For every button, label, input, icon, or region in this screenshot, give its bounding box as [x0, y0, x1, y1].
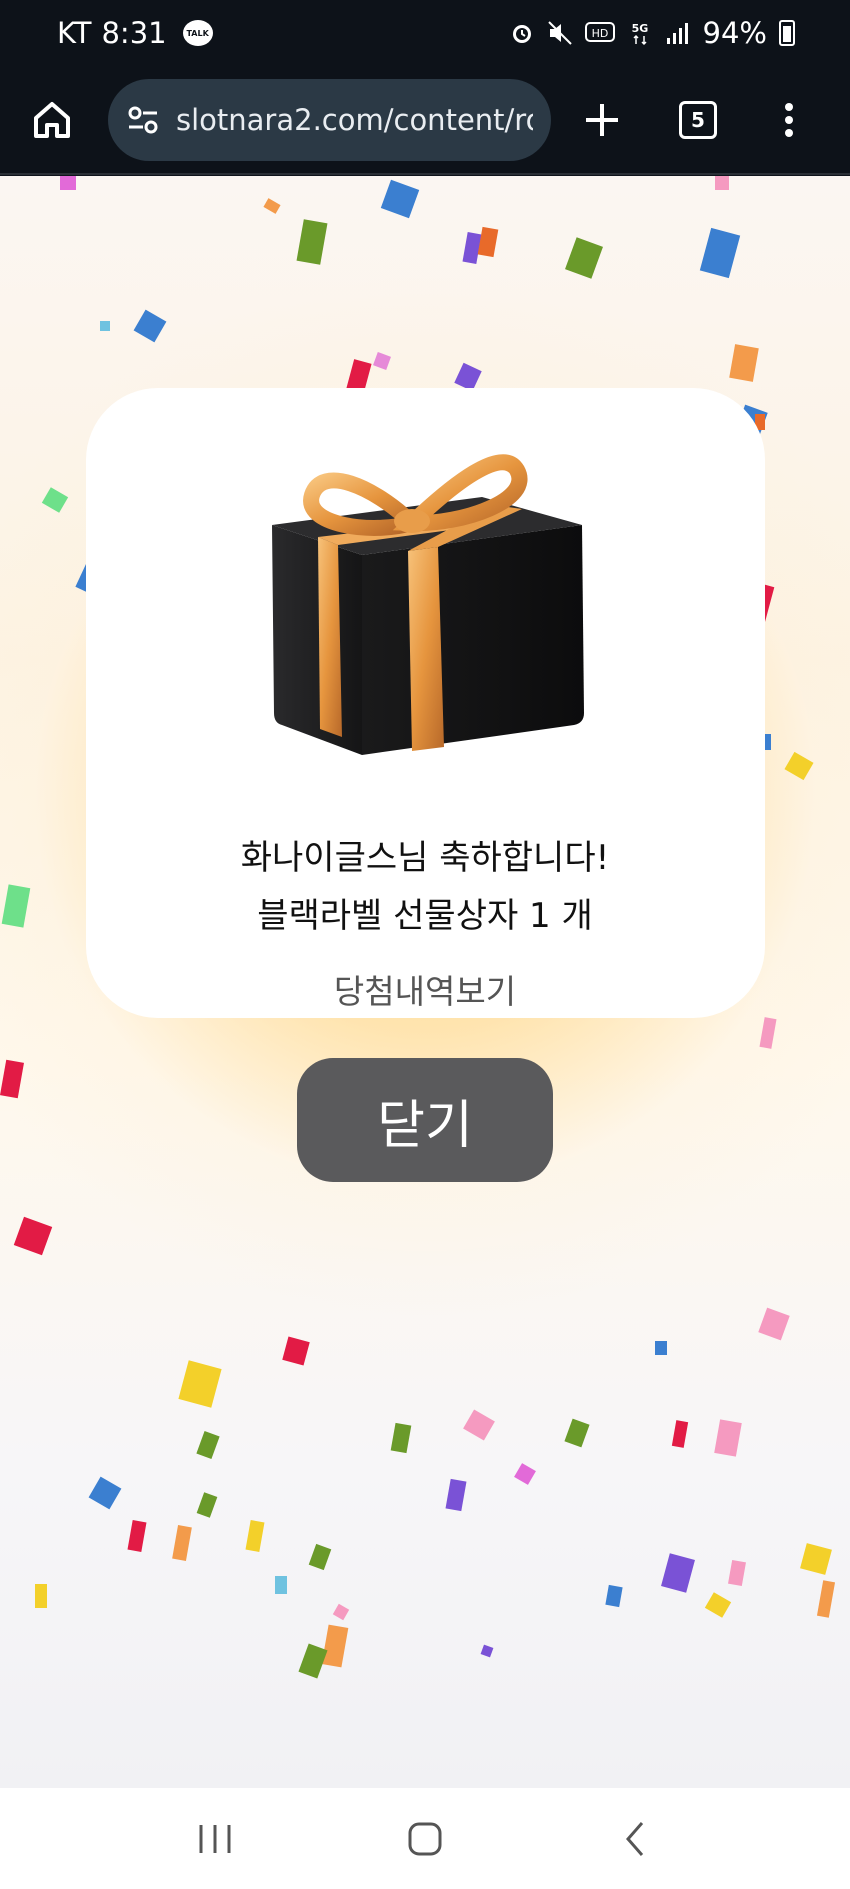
confetti-piece: [172, 1525, 192, 1561]
confetti-piece: [699, 227, 741, 279]
svg-text:5G: 5G: [631, 22, 648, 35]
confetti-piece: [308, 1543, 332, 1571]
confetti-piece: [245, 1520, 265, 1552]
browser-toolbar: slotnara2.com/content/roul 5: [0, 66, 850, 175]
confetti-piece: [514, 1463, 536, 1485]
confetti-piece: [390, 1422, 412, 1454]
confetti-piece: [60, 176, 76, 190]
status-right: HD 5G 94%: [509, 16, 795, 50]
confetti-piece: [282, 1336, 310, 1366]
close-button[interactable]: 닫기: [297, 1058, 553, 1182]
confetti-piece: [661, 1553, 695, 1593]
kakaotalk-icon: TALK: [182, 20, 213, 46]
home-nav-icon[interactable]: [395, 1809, 455, 1869]
confetti-piece: [729, 344, 759, 382]
tune-icon[interactable]: [126, 103, 160, 137]
confetti-piece: [564, 1418, 590, 1448]
confetti-piece: [127, 1520, 147, 1552]
confetti-piece: [784, 751, 814, 781]
confetti-piece: [296, 219, 328, 265]
status-left: KT 8:31 TALK: [57, 16, 509, 50]
battery-percent: 94%: [702, 16, 767, 50]
win-history-link[interactable]: 당첨내역보기: [0, 965, 850, 1013]
congrats-message: 화나이글스님 축하합니다!: [240, 838, 610, 878]
confetti-piece: [655, 1341, 667, 1355]
confetti-piece: [605, 1584, 623, 1608]
carrier-label: KT: [57, 16, 92, 50]
confetti-piece: [800, 1543, 832, 1575]
tab-count: 5: [691, 107, 705, 132]
alarm-icon: [509, 20, 535, 46]
confetti-piece: [332, 1603, 350, 1621]
confetti-piece: [477, 226, 499, 258]
confetti-piece: [196, 1492, 218, 1518]
confetti-piece: [178, 1360, 222, 1408]
confetti-piece: [100, 321, 110, 331]
confetti-piece: [565, 237, 603, 279]
home-icon[interactable]: [26, 94, 78, 146]
confetti-piece: [373, 352, 391, 370]
network-5g-icon: 5G: [627, 20, 653, 46]
confetti-piece: [671, 1420, 689, 1448]
system-nav-bar: [0, 1788, 850, 1889]
confetti-piece: [298, 1643, 328, 1679]
confetti-piece: [41, 487, 69, 513]
plus-icon[interactable]: [577, 95, 627, 145]
url-text[interactable]: slotnara2.com/content/roul: [176, 103, 533, 137]
prize-message: 블랙라벨 선물상자 1 개: [257, 896, 593, 936]
more-vert-icon[interactable]: [779, 95, 799, 145]
confetti-piece: [196, 1430, 220, 1460]
mute-icon: [547, 20, 573, 46]
address-bar[interactable]: slotnara2.com/content/roul: [108, 78, 551, 161]
signal-icon: [665, 20, 691, 46]
confetti-piece: [704, 1592, 732, 1618]
battery-icon: [779, 20, 795, 46]
confetti-piece: [714, 1419, 742, 1457]
confetti-piece: [454, 362, 482, 392]
confetti-piece: [13, 1216, 53, 1256]
confetti-piece: [263, 198, 281, 214]
tabs-icon[interactable]: 5: [679, 100, 717, 139]
svg-text:HD: HD: [591, 27, 608, 40]
confetti-piece: [0, 1059, 24, 1099]
clock: 8:31: [101, 16, 167, 50]
confetti-piece: [133, 309, 167, 343]
gift-box-icon: [272, 454, 584, 755]
confetti-piece: [463, 1409, 495, 1441]
confetti-piece: [88, 1476, 122, 1510]
confetti-piece: [816, 1580, 836, 1618]
confetti-piece: [759, 1017, 777, 1049]
confetti-piece: [380, 179, 420, 219]
confetti-piece: [445, 1478, 467, 1512]
confetti-piece: [35, 1584, 47, 1608]
confetti-piece: [275, 1576, 287, 1594]
confetti-piece: [758, 1307, 790, 1341]
status-bar: KT 8:31 TALK HD 5G 94%: [0, 0, 850, 66]
confetti-piece: [715, 176, 729, 190]
confetti-piece: [728, 1559, 746, 1587]
back-icon[interactable]: [605, 1809, 665, 1869]
confetti-piece: [321, 1624, 349, 1668]
recents-icon[interactable]: [185, 1809, 245, 1869]
hd-voice-icon: HD: [584, 20, 615, 46]
confetti-piece: [480, 1644, 494, 1658]
